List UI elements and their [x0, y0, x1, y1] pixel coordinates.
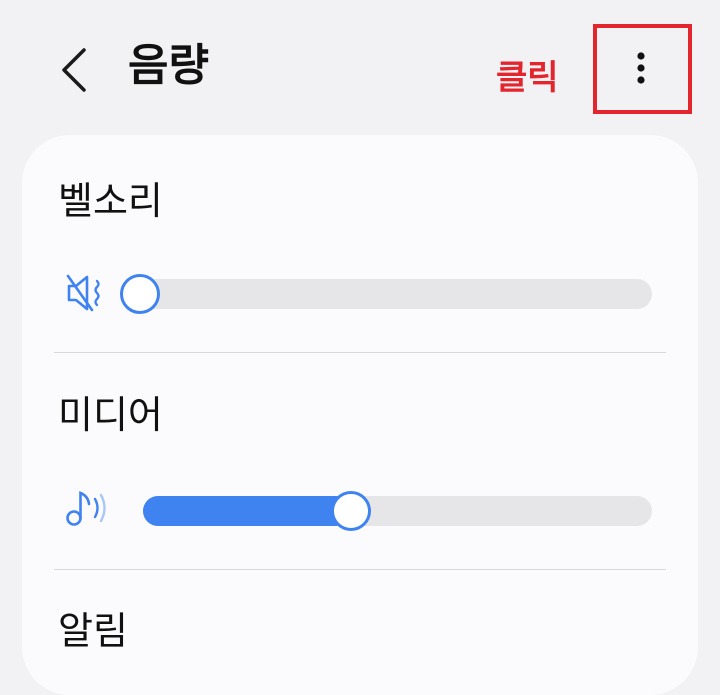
volume-card: 벨소리 미디어 알림 [22, 135, 698, 695]
media-slider-thumb[interactable] [330, 491, 371, 531]
ringtone-slider-thumb[interactable] [120, 274, 160, 314]
more-vert-icon [637, 52, 645, 84]
media-label: 미디어 [58, 393, 163, 437]
click-annotation: 클릭 [496, 58, 559, 98]
app-header: 음량 클릭 [0, 0, 720, 130]
ringtone-volume-slider[interactable] [120, 274, 652, 314]
page-title: 음량 [128, 40, 209, 91]
back-button[interactable] [50, 44, 98, 96]
chevron-left-icon [62, 48, 86, 92]
ring-mute-icon[interactable] [64, 272, 108, 318]
notifications-label: 알림 [58, 609, 128, 653]
ringtone-label: 벨소리 [58, 179, 163, 223]
media-volume-slider[interactable] [143, 491, 652, 531]
divider [54, 352, 666, 353]
media-slider-fill [143, 496, 351, 526]
divider [54, 569, 666, 570]
more-options-button[interactable] [621, 44, 661, 92]
media-note-icon[interactable] [64, 488, 116, 532]
